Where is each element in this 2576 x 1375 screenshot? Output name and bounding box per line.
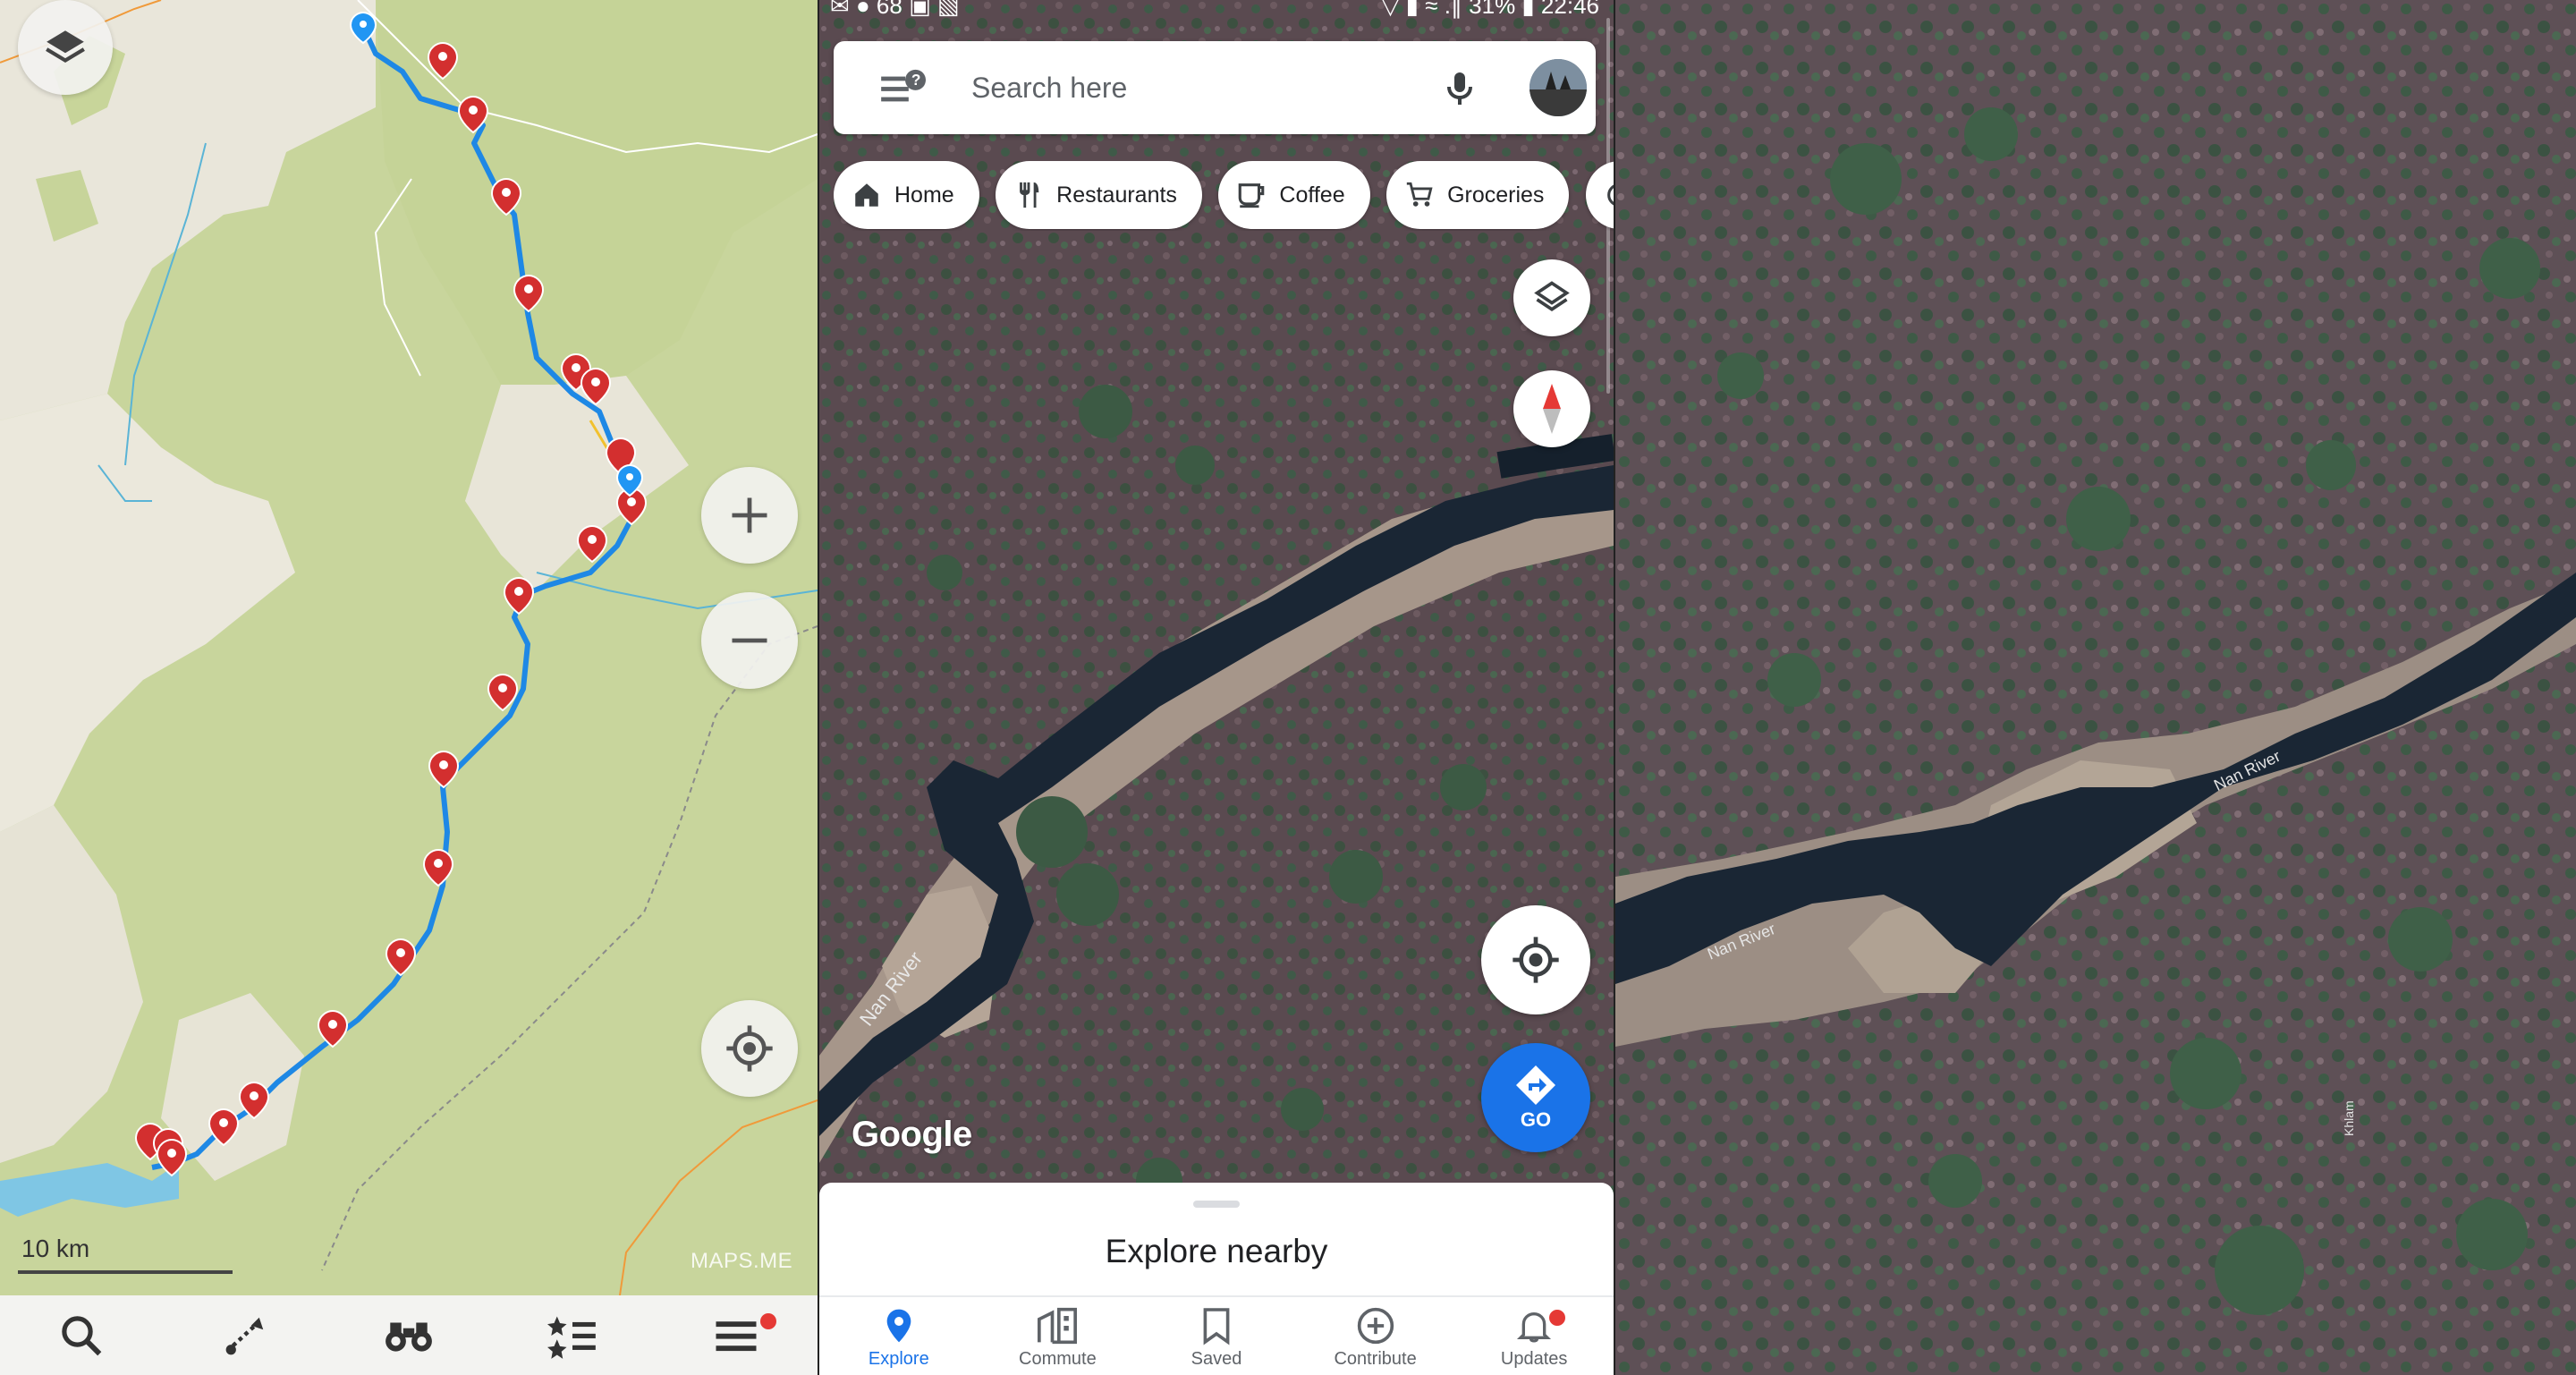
scale-bar: 10 km [18,1235,233,1276]
nav-contribute[interactable]: Contribute [1296,1297,1455,1375]
go-label: GO [1520,1108,1552,1131]
gas-station-icon [1607,184,1614,206]
search-input[interactable] [970,64,1402,111]
menu-notification-dot [760,1313,776,1329]
zoom-out-button[interactable] [701,592,798,689]
mapsme-bottom-toolbar [0,1295,818,1375]
avatar-image [1530,59,1587,116]
status-notifications: ✉ ● 68 ▣ ▧ [830,0,960,19]
place-label: Khlam [2342,1100,2356,1136]
chip-label: Restaurants [1056,182,1177,208]
mapsme-watermark: MAPS.ME [691,1249,793,1273]
route-icon [225,1317,264,1354]
bookmarks-tab[interactable] [490,1295,654,1375]
chip-label: Coffee [1279,182,1345,208]
discovery-tab[interactable] [327,1295,491,1375]
directions-icon [1516,1065,1555,1105]
search-tab[interactable] [0,1295,164,1375]
compass-button[interactable] [1513,370,1590,447]
bookmarks-list-icon [547,1315,596,1359]
route-tab[interactable] [164,1295,327,1375]
svg-text:?: ? [911,71,921,89]
satellite-image[interactable] [1615,0,2576,1375]
cart-icon [1406,182,1433,207]
search-bar[interactable]: ? [834,41,1596,134]
chip-restaurants[interactable]: Restaurants [996,161,1202,229]
go-directions-button[interactable]: GO [1481,1043,1590,1152]
plus-circle-icon [1357,1307,1394,1345]
minus-icon [732,638,767,643]
plus-icon [732,497,767,533]
sheet-drag-handle[interactable] [1193,1201,1240,1208]
google-maps-panel: ✉ ● 68 ▣ ▧ ▽ ▮ ≈ .∥ 31% ▮ 22:46 ? Search… [819,0,1614,1375]
layers-icon [46,30,85,64]
mapsme-map-canvas[interactable] [0,0,818,1375]
nav-label: Explore [868,1349,929,1369]
layers-icon [1534,281,1570,312]
menu-help-icon[interactable]: ? [880,68,930,109]
nav-label: Commute [1019,1349,1097,1369]
bottom-navigation: Explore Commute Saved Contribute Updates [819,1297,1614,1375]
microphone-icon[interactable] [1438,66,1481,111]
locate-icon [726,1025,773,1072]
menu-tab[interactable] [654,1295,818,1375]
chip-more[interactable] [1585,161,1614,229]
mapsme-panel: 10 km MAPS.ME [0,0,818,1375]
zoom-in-button[interactable] [701,467,798,564]
avatar[interactable] [1530,59,1587,116]
binoculars-icon [386,1322,432,1352]
sheet-title: Explore nearby [1105,1233,1328,1269]
nav-commute[interactable]: Commute [979,1297,1138,1375]
status-bar: ✉ ● 68 ▣ ▧ ▽ ▮ ≈ .∥ 31% ▮ 22:46 [819,0,1614,20]
bookmark-icon [1203,1308,1230,1345]
chip-label: Home [894,182,954,208]
menu-icon [716,1320,757,1351]
restaurant-icon [1020,182,1039,208]
nav-label: Contribute [1334,1349,1417,1369]
explore-pin-icon [886,1309,911,1343]
chip-label: Groceries [1447,182,1545,208]
bell-icon [1517,1311,1552,1343]
chip-groceries[interactable]: Groceries [1386,161,1570,229]
coffee-icon [1239,183,1265,208]
satellite-view-panel: Nan River Nan River Khlam [1615,0,2576,1375]
nav-updates[interactable]: Updates [1454,1297,1614,1375]
my-location-button[interactable] [701,1000,798,1097]
chip-coffee[interactable]: Coffee [1218,161,1370,229]
search-icon [62,1315,102,1355]
commute-icon [1038,1307,1078,1345]
category-chips: Home Restaurants Coffee Groceries [834,161,1614,231]
scale-label: 10 km [21,1235,90,1262]
status-battery-time: ▽ ▮ ≈ .∥ 31% ▮ 22:46 [1381,0,1599,19]
locate-icon [1513,937,1559,983]
updates-notification-dot [1547,1308,1568,1328]
chip-home[interactable]: Home [834,161,979,229]
nav-label: Updates [1500,1349,1568,1369]
home-icon [855,183,878,207]
scale-line [18,1270,233,1274]
compass-icon [1543,384,1561,434]
nav-explore[interactable]: Explore [819,1297,979,1375]
layers-button[interactable] [1513,259,1590,336]
google-logo: Google [852,1115,972,1154]
my-location-button[interactable] [1481,905,1590,1014]
nav-label: Saved [1191,1349,1242,1369]
nav-saved[interactable]: Saved [1137,1297,1296,1375]
map-layers-button[interactable] [18,0,113,95]
